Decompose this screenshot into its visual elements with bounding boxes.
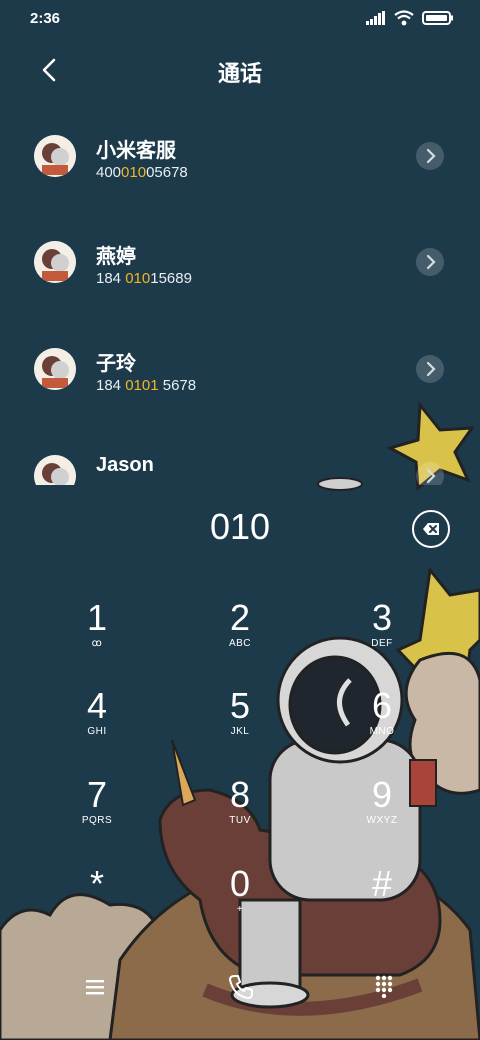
- key-letters: DEF: [371, 638, 393, 649]
- key-letters: MNO: [369, 726, 395, 737]
- key-digit: 0: [229, 863, 251, 904]
- avatar: [34, 135, 76, 177]
- key-digit: #: [371, 863, 393, 904]
- key-digit: 4: [86, 685, 108, 726]
- bottom-bar: [0, 960, 480, 1020]
- key-hash[interactable]: #: [322, 864, 442, 944]
- contact-detail-button[interactable]: [416, 248, 444, 276]
- backspace-icon: [423, 523, 439, 535]
- contact-name: 燕婷: [96, 246, 136, 268]
- key-digit: 2: [229, 597, 251, 638]
- contact-name: 子玲: [96, 353, 136, 375]
- contact-name: Jason: [96, 454, 154, 476]
- key-3[interactable]: 3 DEF: [322, 598, 442, 678]
- contact-detail-button[interactable]: [416, 142, 444, 170]
- avatar-image: [34, 135, 76, 177]
- key-4[interactable]: 4 GHI: [37, 686, 157, 766]
- avatar: [34, 348, 76, 390]
- key-digit: 6: [371, 685, 393, 726]
- key-digit: 5: [229, 685, 251, 726]
- avatar: [34, 241, 76, 283]
- key-letters: JKL: [230, 726, 250, 737]
- key-0[interactable]: 0 +: [180, 864, 300, 944]
- key-6[interactable]: 6 MNO: [322, 686, 442, 766]
- contact-name: 小米客服: [96, 140, 176, 162]
- key-letters: GHI: [87, 726, 107, 737]
- key-digit: 9: [371, 774, 393, 815]
- chevron-right-icon: [426, 148, 436, 164]
- status-icons: [366, 10, 454, 26]
- key-8[interactable]: 8 TUV: [180, 775, 300, 855]
- voicemail-icon: ꝏ: [91, 638, 103, 649]
- key-letters: WXYZ: [366, 815, 398, 826]
- contact-list: 小米客服 40001005678 燕婷 184 01015689 子玲 184 …: [0, 110, 480, 485]
- key-letters: +: [236, 904, 244, 915]
- status-time: 2:36: [30, 10, 61, 27]
- list-item[interactable]: Jason: [0, 430, 480, 485]
- wifi-icon: [394, 10, 414, 26]
- list-item[interactable]: 小米客服 40001005678: [0, 110, 480, 216]
- key-2[interactable]: 2 ABC: [180, 598, 300, 678]
- key-digit: 1: [86, 597, 108, 638]
- menu-icon[interactable]: [84, 976, 106, 998]
- chevron-right-icon: [426, 361, 436, 377]
- avatar: [34, 455, 76, 485]
- key-letters: TUV: [229, 815, 251, 826]
- avatar-image: [34, 455, 76, 485]
- phone-icon[interactable]: [226, 972, 256, 1002]
- page-title: 通话: [217, 61, 262, 86]
- contact-number: 184 0101 5678: [96, 377, 197, 394]
- status-bar: 2:36: [0, 0, 480, 36]
- key-digit: 3: [371, 597, 393, 638]
- key-5[interactable]: 5 JKL: [180, 686, 300, 766]
- contact-detail-button[interactable]: [416, 355, 444, 383]
- key-letters: ABC: [228, 638, 252, 649]
- key-digit: 7: [86, 774, 108, 815]
- contact-number: 184 01015689: [96, 270, 192, 287]
- key-star[interactable]: *: [37, 864, 157, 944]
- delete-button[interactable]: [412, 510, 450, 548]
- key-digit: 8: [229, 774, 251, 815]
- dialed-number: 010: [209, 506, 271, 547]
- key-9[interactable]: 9 WXYZ: [322, 775, 442, 855]
- battery-icon: [422, 11, 453, 25]
- keypad-icon[interactable]: [374, 974, 394, 998]
- list-item[interactable]: 燕婷 184 01015689: [0, 216, 480, 322]
- header: 通话: [0, 44, 480, 96]
- key-letters: PQRS: [81, 815, 113, 826]
- chevron-right-icon: [426, 254, 436, 270]
- key-7[interactable]: 7 PQRS: [37, 775, 157, 855]
- avatar-image: [34, 348, 76, 390]
- key-digit: *: [89, 863, 104, 904]
- key-1[interactable]: 1ꝏ: [37, 598, 157, 678]
- avatar-image: [34, 241, 76, 283]
- chevron-right-icon: [426, 468, 436, 484]
- signal-icon: [366, 11, 385, 25]
- contact-detail-button[interactable]: [416, 462, 444, 485]
- list-item[interactable]: 子玲 184 0101 5678: [0, 323, 480, 429]
- contact-number: 40001005678: [96, 164, 188, 181]
